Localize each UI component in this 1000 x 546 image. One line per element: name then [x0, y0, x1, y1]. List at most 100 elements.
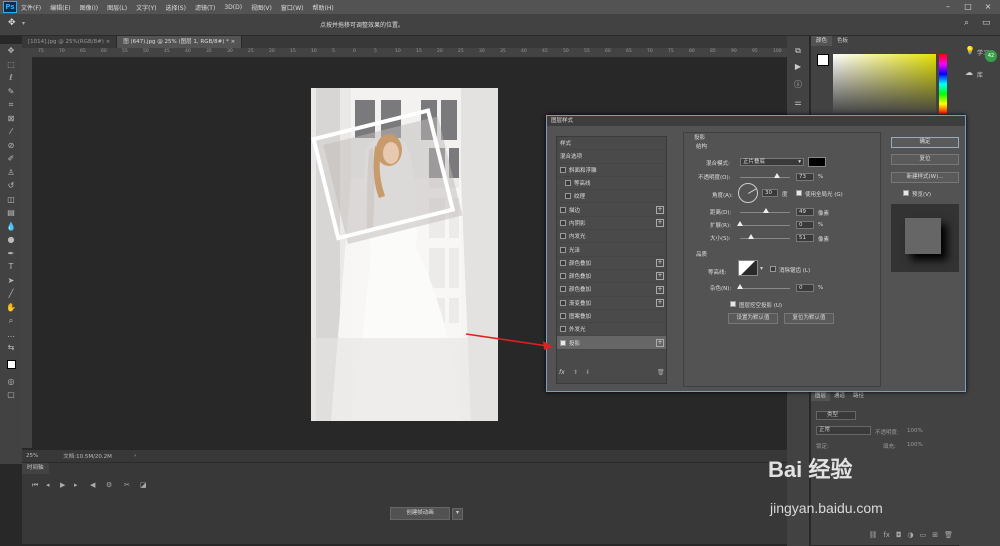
style-item[interactable]: 颜色叠加 +: [557, 270, 666, 284]
minimize-icon[interactable]: –: [938, 0, 958, 14]
add-effect-icon[interactable]: +: [656, 205, 664, 214]
healing-brush-icon[interactable]: ⊘: [0, 139, 22, 153]
distance-input[interactable]: 49: [796, 208, 814, 216]
group-icon[interactable]: ▭: [920, 531, 927, 546]
tab-paths[interactable]: 路径: [849, 391, 868, 401]
tab-color[interactable]: 颜色: [811, 36, 833, 46]
tab-channels[interactable]: 通道: [830, 391, 849, 401]
color-field[interactable]: [833, 54, 936, 114]
add-effect-icon[interactable]: +: [656, 299, 664, 308]
chevron-down-icon[interactable]: ▾: [22, 20, 25, 27]
adjustment-layer-icon[interactable]: ◑: [908, 531, 914, 546]
move-down-icon[interactable]: ⬇: [585, 369, 590, 376]
size-input[interactable]: 51: [796, 234, 814, 242]
close-tab-icon[interactable]: ×: [231, 39, 236, 45]
actions-icon[interactable]: ▶: [787, 62, 809, 71]
menu-edit[interactable]: 编辑(E): [50, 3, 70, 12]
chevron-down-icon[interactable]: ▾: [452, 508, 463, 520]
reset-default-button[interactable]: 复位为默认值: [784, 313, 834, 324]
blending-options[interactable]: 混合选项: [557, 150, 666, 164]
blend-mode-select[interactable]: 正片叠底 ▾: [740, 158, 804, 166]
dodge-tool-icon[interactable]: ●: [0, 233, 22, 247]
menu-help[interactable]: 帮助(H): [313, 3, 334, 12]
distance-slider-knob[interactable]: [763, 208, 769, 213]
eraser-icon[interactable]: ◫: [0, 193, 22, 207]
menu-window[interactable]: 窗口(W): [281, 3, 304, 12]
history-icon[interactable]: ⧉: [787, 46, 809, 56]
zoom-level[interactable]: 25%: [26, 453, 38, 459]
noise-input[interactable]: 0: [796, 284, 814, 292]
search-icon[interactable]: ⌕: [964, 18, 969, 28]
frame-tool-icon[interactable]: ⊠: [0, 112, 22, 126]
chevron-right-icon[interactable]: ›: [134, 453, 136, 459]
style-item[interactable]: 内发光: [557, 230, 666, 244]
tab-timeline[interactable]: 时间轴: [22, 463, 49, 474]
opacity-input[interactable]: 73: [796, 173, 814, 181]
menu-filter[interactable]: 滤镜(T): [195, 3, 215, 12]
style-checkbox[interactable]: [560, 206, 566, 213]
fx-icon[interactable]: fx: [883, 531, 890, 546]
hue-slider[interactable]: [939, 54, 947, 114]
new-style-button[interactable]: 新建样式(W)...: [891, 172, 959, 183]
play-icon[interactable]: ▶: [60, 481, 65, 489]
eyedropper-icon[interactable]: ⁄: [0, 125, 22, 139]
properties-icon[interactable]: ⚌: [787, 98, 809, 107]
add-effect-icon[interactable]: +: [656, 272, 664, 281]
menu-layer[interactable]: 图层(L): [107, 3, 127, 12]
style-item[interactable]: 颜色叠加 +: [557, 283, 666, 297]
style-item[interactable]: 外发光: [557, 323, 666, 337]
opacity-slider-knob[interactable]: [773, 173, 780, 178]
size-slider-knob[interactable]: [748, 234, 754, 239]
clone-stamp-icon[interactable]: ♙: [0, 166, 22, 180]
add-effect-icon[interactable]: +: [656, 338, 664, 347]
style-checkbox[interactable]: [560, 339, 566, 346]
style-item[interactable]: 颜色叠加 +: [557, 257, 666, 270]
delete-icon[interactable]: 🗑: [944, 531, 953, 546]
quick-mask-icon[interactable]: ◎: [0, 375, 22, 389]
style-item[interactable]: 投影 +: [557, 336, 666, 350]
info-icon[interactable]: ⓘ: [787, 79, 809, 90]
style-checkbox[interactable]: [560, 299, 566, 306]
style-checkbox[interactable]: [560, 219, 566, 226]
new-layer-icon[interactable]: ⊞: [932, 531, 938, 546]
tab-document-1[interactable]: [1014].jpg @ 25%(RGB/8#) ×: [22, 36, 118, 48]
fill-value[interactable]: 100%: [907, 442, 923, 448]
add-effect-icon[interactable]: +: [656, 285, 664, 294]
screen-mode-icon[interactable]: ▢: [0, 388, 22, 402]
type-tool-icon[interactable]: T: [0, 260, 22, 274]
learn-icon[interactable]: 💡: [965, 46, 975, 55]
styles-header[interactable]: 样式: [557, 137, 666, 151]
angle-input[interactable]: 30: [762, 189, 778, 197]
style-item[interactable]: 内阴影 +: [557, 217, 666, 231]
antialias-checkbox[interactable]: [770, 266, 776, 272]
maximize-icon[interactable]: □: [958, 0, 978, 14]
delete-effect-icon[interactable]: 🗑: [657, 369, 665, 376]
link-icon[interactable]: ⛓: [868, 531, 877, 546]
angle-dial[interactable]: [738, 183, 758, 203]
swap-colors-icon[interactable]: ⇆: [0, 341, 22, 355]
line-tool-icon[interactable]: ╱: [0, 287, 22, 301]
add-effect-icon[interactable]: +: [656, 259, 664, 268]
history-brush-icon[interactable]: ↺: [0, 179, 22, 193]
close-icon[interactable]: ×: [978, 0, 998, 14]
style-item[interactable]: 光泽: [557, 243, 666, 257]
crop-tool-icon[interactable]: ⌗: [0, 98, 22, 112]
spread-slider-knob[interactable]: [737, 221, 743, 226]
layer-opacity-value[interactable]: 100%: [907, 428, 923, 434]
style-checkbox[interactable]: [565, 180, 571, 187]
style-item[interactable]: 图案叠加: [557, 310, 666, 324]
add-effect-icon[interactable]: +: [656, 219, 664, 228]
move-tool-icon[interactable]: ✥: [0, 44, 22, 58]
transition-icon[interactable]: ◪: [140, 481, 147, 489]
mask-icon[interactable]: ◘: [896, 531, 902, 546]
set-default-button[interactable]: 设置为默认值: [728, 313, 778, 324]
spread-slider[interactable]: [740, 225, 790, 226]
style-checkbox[interactable]: [565, 193, 571, 200]
knockout-checkbox[interactable]: [730, 301, 736, 307]
style-checkbox[interactable]: [560, 273, 566, 280]
brush-tool-icon[interactable]: ✐: [0, 152, 22, 166]
document-canvas-image[interactable]: [311, 88, 498, 421]
blend-mode-select[interactable]: 正常: [816, 426, 871, 435]
zoom-tool-icon[interactable]: ⌕: [0, 314, 22, 328]
style-checkbox[interactable]: [560, 286, 566, 293]
